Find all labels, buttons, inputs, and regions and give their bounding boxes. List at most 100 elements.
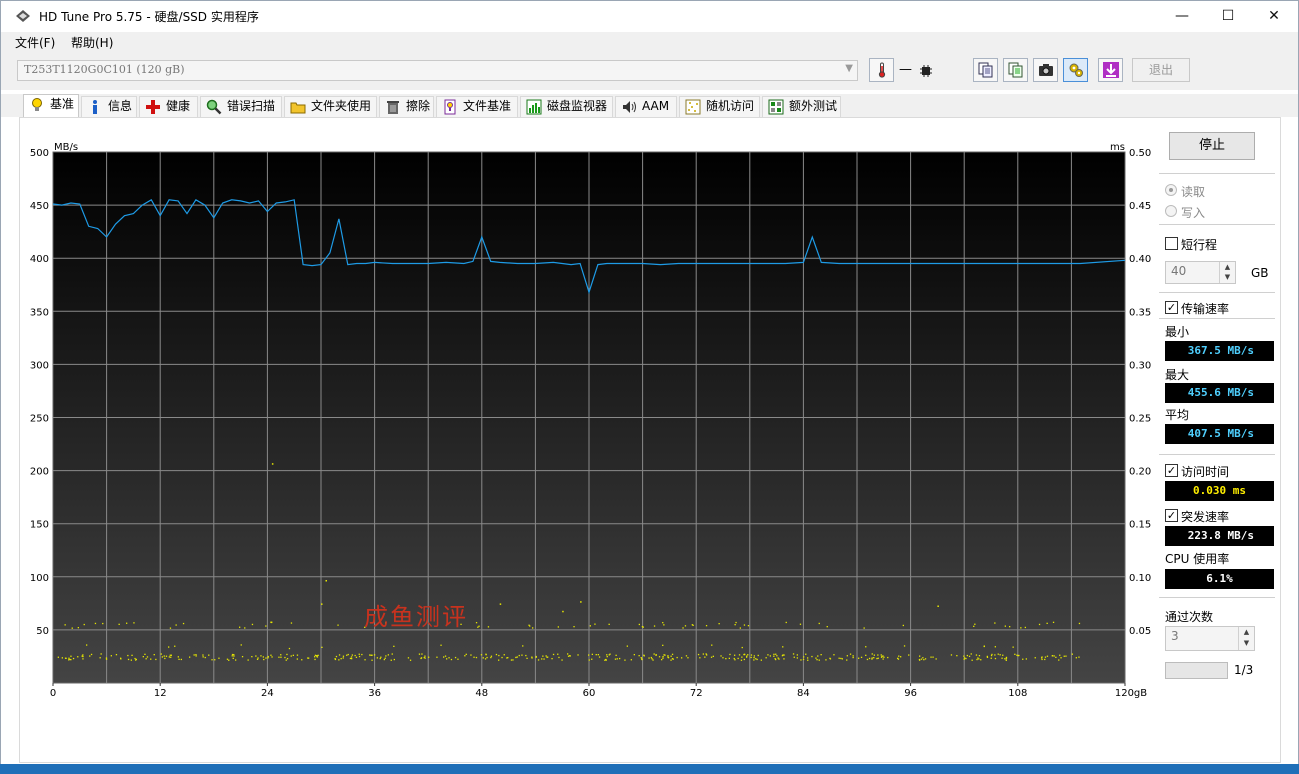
access-point xyxy=(956,655,958,657)
short-stroke-checkbox[interactable] xyxy=(1165,237,1178,250)
spin-arrows-icon[interactable]: ▲ ▼ xyxy=(1238,627,1254,650)
access-point xyxy=(342,655,345,657)
access-point xyxy=(195,654,197,656)
access-point xyxy=(296,658,298,660)
access-point xyxy=(838,657,840,659)
access-point xyxy=(86,644,88,646)
access-point xyxy=(102,622,104,625)
access-point xyxy=(577,654,579,656)
access-point xyxy=(211,659,213,661)
access-point xyxy=(605,658,607,661)
access-point xyxy=(251,623,254,626)
access-point xyxy=(1051,655,1054,657)
access-point xyxy=(977,657,979,659)
access-time-checkbox[interactable]: ✓ xyxy=(1165,464,1178,477)
access-point xyxy=(950,654,953,656)
access-point xyxy=(244,627,246,629)
access-point xyxy=(284,656,286,659)
access-point xyxy=(900,656,902,658)
access-point xyxy=(588,654,590,656)
access-point xyxy=(251,656,253,658)
access-point xyxy=(755,658,757,660)
access-point xyxy=(358,653,360,655)
access-point xyxy=(626,645,628,647)
access-point xyxy=(180,658,182,661)
access-point xyxy=(873,654,875,656)
access-point xyxy=(670,659,672,661)
y-tick-label: 500 xyxy=(30,148,49,159)
close-button[interactable]: ✕ xyxy=(1251,1,1297,32)
access-point xyxy=(881,655,883,658)
access-point xyxy=(573,626,575,628)
access-point xyxy=(290,622,293,624)
access-point xyxy=(232,657,234,659)
access-point xyxy=(82,658,84,660)
access-point xyxy=(100,653,102,655)
burst-rate-checkbox[interactable]: ✓ xyxy=(1165,509,1178,522)
y-tick-label: 200 xyxy=(30,467,49,478)
access-point xyxy=(340,658,342,660)
access-point xyxy=(428,656,430,658)
access-time-display: 0.030 ms xyxy=(1165,481,1274,501)
access-point xyxy=(478,625,480,627)
access-point xyxy=(935,658,937,660)
access-point xyxy=(887,656,889,659)
access-point xyxy=(805,653,807,655)
y2-tick-label: 0.35 xyxy=(1129,307,1151,318)
access-point xyxy=(614,658,617,660)
access-point xyxy=(522,645,524,647)
access-point xyxy=(482,657,484,659)
access-point xyxy=(783,658,785,660)
maximize-button[interactable]: ☐ xyxy=(1205,1,1251,32)
access-point xyxy=(769,655,771,657)
read-radio[interactable] xyxy=(1165,184,1177,196)
access-point xyxy=(994,657,997,660)
access-point xyxy=(516,656,518,658)
access-point xyxy=(561,659,563,661)
access-point xyxy=(346,654,348,656)
burst-rate-display: 223.8 MB/s xyxy=(1165,526,1274,546)
spin-arrows-icon[interactable]: ▲ ▼ xyxy=(1219,262,1235,283)
access-time-label: 访问时间 xyxy=(1181,465,1230,479)
min-label: 最小 xyxy=(1165,325,1190,339)
access-point xyxy=(371,659,373,661)
access-point xyxy=(970,653,972,655)
access-point xyxy=(664,654,666,656)
access-point xyxy=(662,656,664,658)
access-point xyxy=(799,623,802,625)
access-point xyxy=(473,656,475,658)
access-point xyxy=(342,657,344,659)
access-point xyxy=(164,657,166,660)
access-point xyxy=(782,646,784,648)
access-point xyxy=(64,624,66,626)
access-point xyxy=(314,656,316,658)
short-stroke-stepper[interactable]: 40 ▲ ▼ xyxy=(1165,261,1236,284)
access-point xyxy=(552,653,555,656)
access-point xyxy=(448,657,450,659)
write-radio[interactable] xyxy=(1165,205,1177,217)
stop-button[interactable]: 停止 xyxy=(1169,132,1255,160)
transfer-rate-checkbox[interactable]: ✓ xyxy=(1165,301,1178,314)
access-point xyxy=(525,654,527,657)
passes-stepper[interactable]: 3 ▲ ▼ xyxy=(1165,626,1255,651)
access-point xyxy=(865,654,867,656)
access-point xyxy=(1018,654,1020,657)
access-point xyxy=(1058,659,1060,661)
access-point xyxy=(127,654,129,657)
access-point-outlier xyxy=(271,463,274,465)
access-point xyxy=(77,656,79,658)
access-point xyxy=(733,657,735,660)
access-point-outlier xyxy=(325,580,327,582)
access-point xyxy=(82,655,84,658)
access-point xyxy=(444,655,447,657)
access-point-outlier xyxy=(937,605,939,607)
access-point xyxy=(1041,656,1043,658)
access-point xyxy=(818,659,820,661)
access-point xyxy=(747,625,750,627)
access-point xyxy=(1078,622,1081,625)
access-point xyxy=(640,657,642,659)
access-point xyxy=(528,624,530,626)
minimize-button[interactable]: — xyxy=(1159,1,1205,32)
access-point xyxy=(270,654,272,656)
access-point xyxy=(846,659,848,661)
